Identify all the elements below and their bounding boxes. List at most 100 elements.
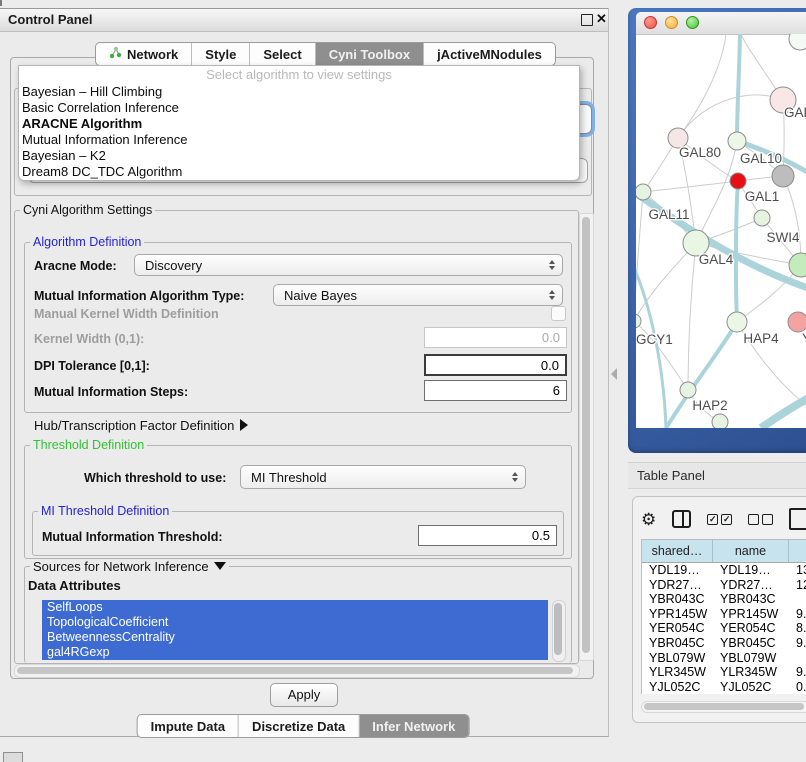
network-icon bbox=[109, 46, 122, 62]
dropdown-item-basic-correlation-inference[interactable]: Basic Correlation Inference bbox=[19, 100, 579, 116]
control-panel-window: Control Panel ✕ gal-filtered sif default… bbox=[0, 8, 609, 737]
close-icon[interactable]: ✕ bbox=[596, 11, 607, 27]
document-icon[interactable] bbox=[789, 508, 806, 530]
dropdown-item-dream8-dc-tdc-algorithm[interactable]: Dream8 DC_TDC Algorithm bbox=[19, 164, 579, 180]
close-traffic-light-icon[interactable] bbox=[644, 16, 657, 29]
mi-steps-field[interactable]: 6 bbox=[424, 380, 567, 401]
tab-label: Impute Data bbox=[151, 719, 225, 734]
network-edge bbox=[636, 192, 643, 321]
split-pane-handle[interactable] bbox=[611, 368, 617, 380]
node-label-gcy1: GCY1 bbox=[636, 332, 673, 347]
node-label-gal11: GAL11 bbox=[648, 207, 689, 222]
node-label-gal10: GAL10 bbox=[740, 151, 782, 166]
network-node[interactable] bbox=[789, 34, 806, 50]
expanded-arrow-icon bbox=[214, 562, 226, 570]
network-node-hap4[interactable] bbox=[727, 312, 747, 332]
bottom-tab-impute-data[interactable]: Impute Data bbox=[138, 715, 239, 737]
which-threshold-combo[interactable]: MI Threshold bbox=[240, 465, 526, 489]
dropdown-item-bayesian-k2[interactable]: Bayesian – K2 bbox=[19, 148, 579, 164]
table-row[interactable]: YPR145WYPR145W9. bbox=[642, 607, 806, 622]
table-cell: YPR145W bbox=[713, 607, 789, 622]
table-row[interactable]: YLR345WYLR345W9. bbox=[642, 665, 806, 680]
column-header-a[interactable]: A bbox=[789, 540, 806, 562]
manual-kernel-checkbox[interactable] bbox=[551, 306, 566, 321]
sources-toggle[interactable]: Sources for Network Inference bbox=[30, 559, 229, 574]
table-row[interactable]: YBR045CYBR045C9. bbox=[642, 636, 806, 651]
network-node[interactable] bbox=[789, 253, 806, 277]
settings-horizontal-scrollbar[interactable] bbox=[14, 664, 580, 678]
attribute-item-gal4rgexp[interactable]: gal4RGexp bbox=[42, 645, 548, 660]
scrollbar-thumb[interactable] bbox=[644, 703, 804, 710]
table-panel-titlebar: Table Panel bbox=[628, 462, 806, 489]
node-label-hap2: HAP2 bbox=[692, 398, 727, 413]
tab-style[interactable]: Style bbox=[192, 43, 250, 65]
scrollbar-thumb[interactable] bbox=[554, 603, 562, 655]
attribute-item-betweennesscentrality[interactable]: BetweennessCentrality bbox=[42, 630, 548, 645]
network-node[interactable] bbox=[712, 414, 728, 428]
dropdown-item-bayesian-hill-climbing[interactable]: Bayesian – Hill Climbing bbox=[19, 84, 579, 100]
mi-threshold-field[interactable]: 0.5 bbox=[418, 525, 557, 546]
table-row[interactable]: YJL052CYJL052C0. bbox=[642, 680, 806, 695]
table-row[interactable]: YER054CYER054C8. bbox=[642, 621, 806, 636]
tab-label: Cyni Toolbox bbox=[329, 47, 410, 62]
network-canvas[interactable]: GALGAL80GAL10GAL11GAL1SWI4GAL4GCY1HAP4YH… bbox=[636, 34, 806, 428]
table-row[interactable]: YDR27…YDR27…12 bbox=[642, 578, 806, 593]
float-window-icon[interactable] bbox=[581, 14, 593, 26]
tab-cyni-toolbox[interactable]: Cyni Toolbox bbox=[316, 43, 424, 65]
scrollbar-thumb[interactable] bbox=[582, 217, 590, 653]
tab-jactivemnodules[interactable]: jActiveMNodules bbox=[424, 43, 555, 65]
column-header-name[interactable]: name bbox=[713, 540, 789, 562]
hub-definition-toggle[interactable]: Hub/Transcription Factor Definition bbox=[34, 418, 248, 433]
network-edge-thick bbox=[736, 181, 738, 322]
tab-network[interactable]: Network bbox=[96, 43, 192, 65]
dpi-tolerance-field[interactable]: 0.0 bbox=[424, 354, 567, 376]
scrollbar-thumb[interactable] bbox=[17, 667, 573, 674]
columns-icon[interactable] bbox=[672, 510, 691, 528]
mi-type-combo[interactable]: Naive Bayes bbox=[273, 284, 563, 306]
aracne-mode-combo[interactable]: Discovery bbox=[134, 254, 563, 276]
screen: Control Panel ✕ gal-filtered sif default… bbox=[0, 0, 806, 762]
tab-select[interactable]: Select bbox=[250, 43, 315, 65]
apply-button[interactable]: Apply bbox=[270, 683, 338, 707]
network-edge bbox=[678, 95, 783, 138]
node-label-hap4: HAP4 bbox=[743, 331, 779, 346]
dropdown-item-mutual-information-inference[interactable]: Mutual Information Inference bbox=[19, 132, 579, 148]
network-node-hap2[interactable] bbox=[680, 382, 696, 398]
minimize-traffic-light-icon[interactable] bbox=[665, 16, 678, 29]
network-node[interactable] bbox=[730, 173, 746, 189]
network-node[interactable] bbox=[772, 165, 794, 187]
kernel-width-field[interactable]: 0.0 bbox=[424, 327, 567, 348]
attribute-table: shared…nameA YDL19…YDL19…13YDR27…YDR27…1… bbox=[641, 539, 806, 694]
stepper-arrows-icon bbox=[549, 260, 555, 270]
collapsed-panel-icon[interactable] bbox=[3, 752, 23, 762]
network-node-y[interactable] bbox=[788, 312, 806, 332]
column-header-shared-[interactable]: shared… bbox=[642, 540, 713, 562]
algorithm-definition-title: Algorithm Definition bbox=[30, 235, 144, 249]
table-row[interactable]: YDL19…YDL19…13 bbox=[642, 563, 806, 578]
table-cell: 13 bbox=[789, 563, 806, 578]
network-node-gcy1[interactable] bbox=[636, 314, 641, 328]
network-node-gal11[interactable] bbox=[636, 184, 651, 200]
table-cell: YDR27… bbox=[642, 578, 713, 593]
table-row[interactable]: YBL079WYBL079W bbox=[642, 651, 806, 666]
zoom-traffic-light-icon[interactable] bbox=[686, 16, 699, 29]
attribute-item-selfloops[interactable]: SelfLoops bbox=[42, 600, 548, 615]
network-node-gal10[interactable] bbox=[728, 132, 746, 150]
deselect-all-checkboxes-icon[interactable] bbox=[748, 514, 773, 525]
table-row[interactable]: YBR043CYBR043C bbox=[642, 592, 806, 607]
algorithm-dropdown: Select algorithm to view settings Bayesi… bbox=[18, 65, 580, 181]
attributes-list-scrollbar[interactable] bbox=[552, 600, 566, 662]
dropdown-item-aracne-algorithm[interactable]: ARACNE Algorithm bbox=[19, 116, 579, 132]
node-label-gal80: GAL80 bbox=[679, 145, 721, 160]
table-cell: YER054C bbox=[642, 621, 713, 636]
table-toolbar: ⚙ ✓✓ bbox=[641, 505, 806, 533]
attribute-item-topologicalcoefficient[interactable]: TopologicalCoefficient bbox=[42, 615, 548, 630]
gear-icon[interactable]: ⚙ bbox=[641, 511, 656, 528]
select-all-checkboxes-icon[interactable]: ✓✓ bbox=[707, 514, 732, 525]
table-horizontal-scrollbar[interactable] bbox=[641, 701, 806, 713]
bottom-tab-discretize-data[interactable]: Discretize Data bbox=[239, 715, 359, 737]
network-node-swi4[interactable] bbox=[754, 210, 770, 226]
settings-vertical-scrollbar[interactable] bbox=[579, 213, 594, 661]
bottom-tab-infer-network[interactable]: Infer Network bbox=[359, 715, 468, 737]
table-cell: YJL052C bbox=[713, 680, 789, 695]
